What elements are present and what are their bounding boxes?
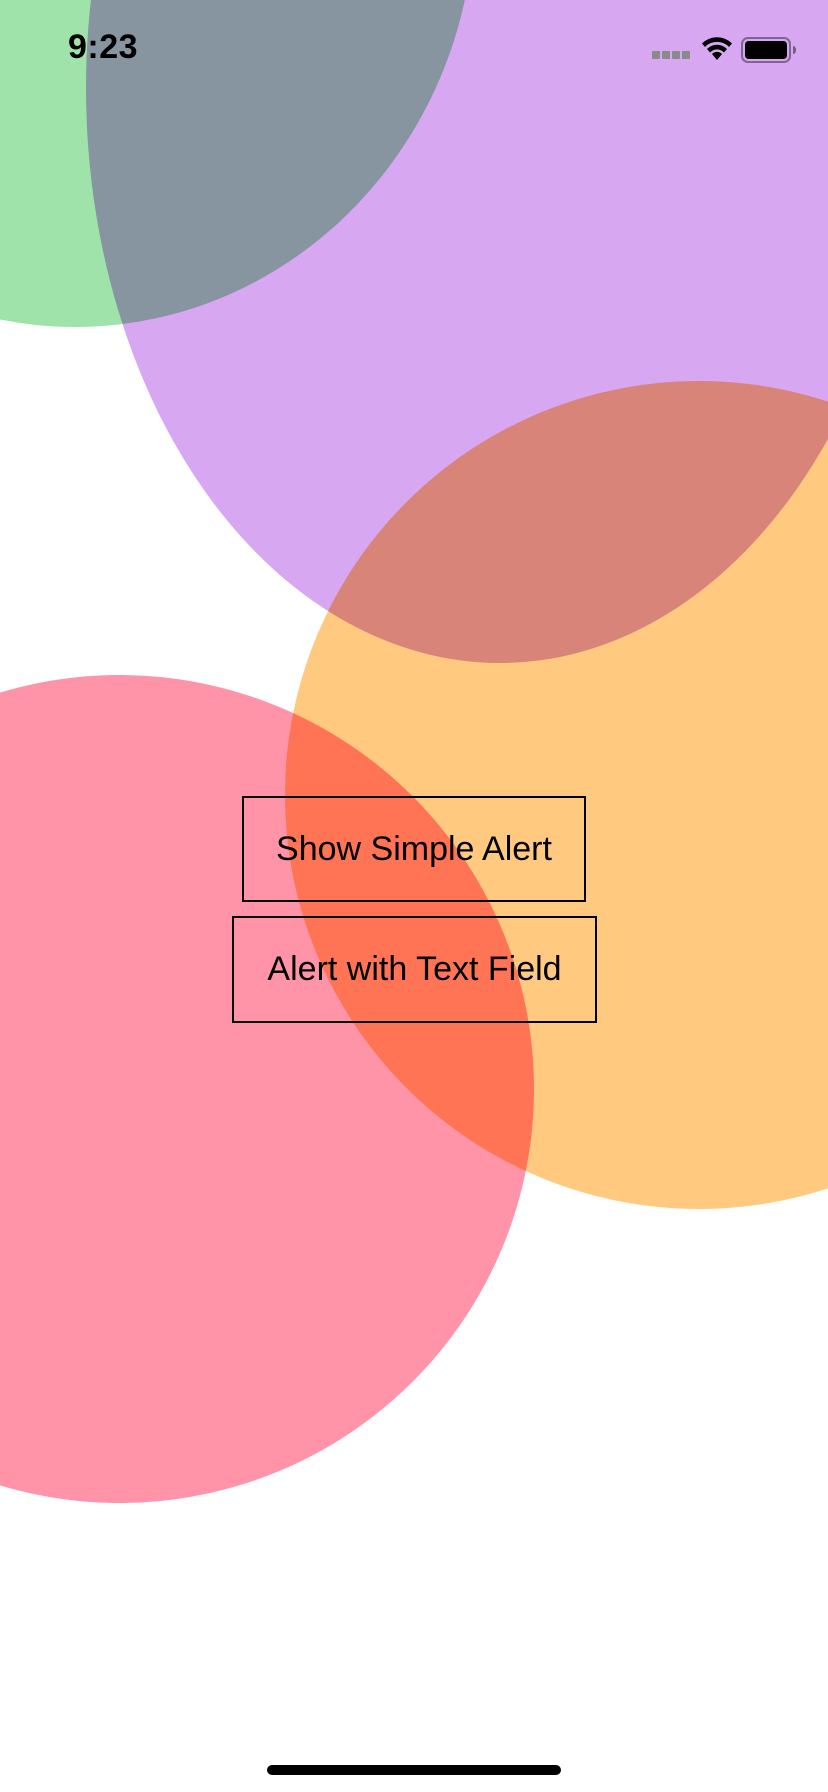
cellular-signal-icon: [652, 51, 692, 61]
battery-full-icon: [741, 37, 796, 63]
alert-with-text-field-button[interactable]: Alert with Text Field: [232, 916, 597, 1023]
wifi-icon: [702, 37, 732, 60]
status-time: 9:23: [68, 28, 139, 66]
home-indicator: [267, 1765, 561, 1775]
app-screen: 9:23 Show Simple Alert Alert with Text F…: [0, 0, 828, 1792]
show-simple-alert-button[interactable]: Show Simple Alert: [242, 796, 586, 902]
status-bar: 9:23: [0, 0, 828, 100]
